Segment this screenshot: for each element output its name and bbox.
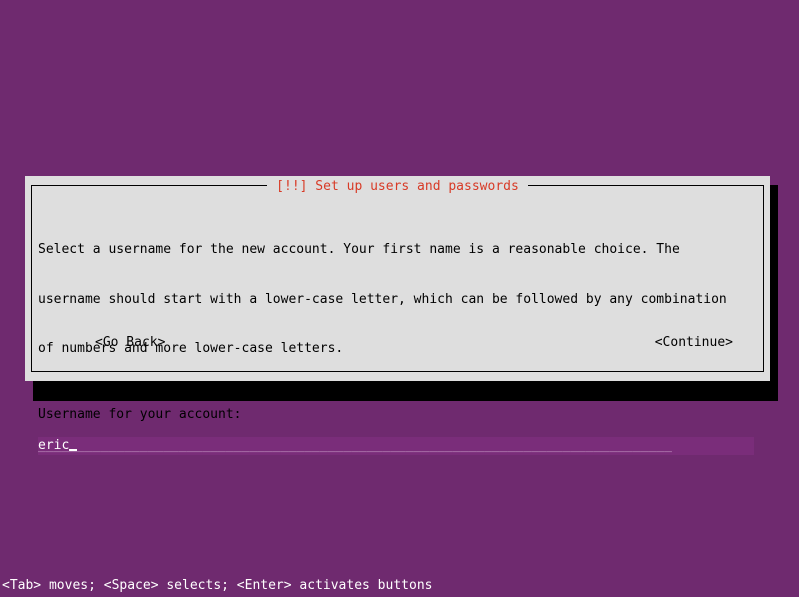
description-line: username should start with a lower-case … <box>38 291 727 307</box>
description-line: Select a username for the new account. Y… <box>38 242 680 257</box>
username-input-row: ________________________________________… <box>38 436 757 455</box>
setup-users-dialog: [!!] Set up users and passwords Select a… <box>25 176 770 455</box>
input-value-text: eric <box>38 437 70 453</box>
username-prompt-label: Username for your account: <box>38 406 242 422</box>
dialog-content: Select a username for the new account. Y… <box>38 209 757 455</box>
input-value: eric <box>38 436 78 455</box>
description-text: Select a username for the new account. Y… <box>38 209 757 391</box>
dialog-button-row: <Go Back> <Continue> <box>38 334 757 352</box>
input-underline-fill: ________________________________________… <box>38 437 672 453</box>
continue-button[interactable]: <Continue> <box>655 334 733 352</box>
text-cursor <box>69 436 78 451</box>
installer-screen: [!!] Set up users and passwords Select a… <box>0 0 799 597</box>
username-input[interactable]: ________________________________________… <box>38 436 754 455</box>
go-back-button[interactable]: <Go Back> <box>95 334 165 352</box>
status-bar: <Tab> moves; <Space> selects; <Enter> ac… <box>0 575 799 597</box>
